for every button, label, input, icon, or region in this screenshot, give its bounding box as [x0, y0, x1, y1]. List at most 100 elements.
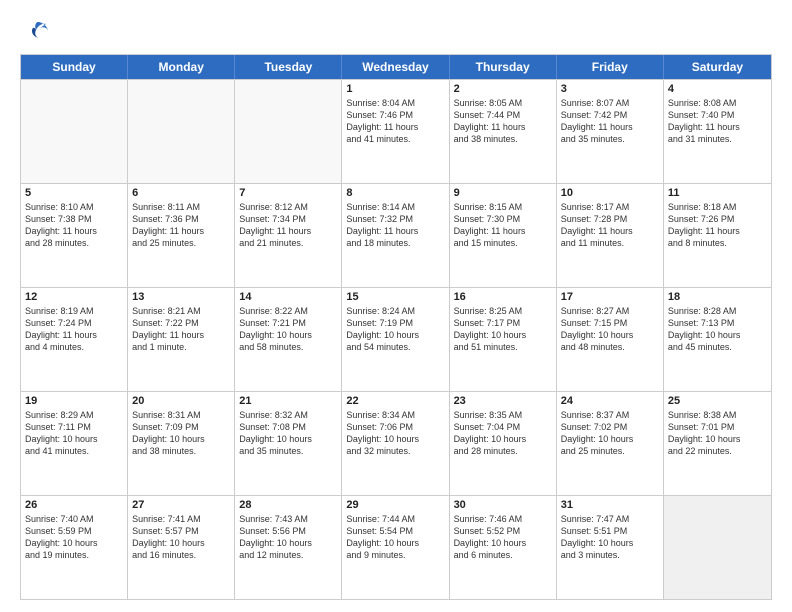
day-number: 23 — [454, 395, 552, 407]
day-cell-7: 7 Sunrise: 8:12 AM Sunset: 7:34 PM Daylig… — [235, 184, 342, 287]
day-number: 4 — [668, 83, 767, 95]
day-cell-23: 23 Sunrise: 8:35 AM Sunset: 7:04 PM Dayli… — [450, 392, 557, 495]
day-header-tuesday: Tuesday — [235, 55, 342, 79]
day-cell-11: 11Sunrise: 8:18 AM Sunset: 7:26 PM Dayli… — [664, 184, 771, 287]
day-cell-31: 31Sunrise: 7:47 AM Sunset: 5:51 PM Dayli… — [557, 496, 664, 599]
day-number: 13 — [132, 291, 230, 303]
calendar-week-3: 12 Sunrise: 8:19 AM Sunset: 7:24 PM Dayli… — [21, 287, 771, 391]
day-number: 15 — [346, 291, 444, 303]
day-header-thursday: Thursday — [450, 55, 557, 79]
day-cell-25: 25Sunrise: 8:38 AM Sunset: 7:01 PM Dayli… — [664, 392, 771, 495]
day-number: 2 — [454, 83, 552, 95]
calendar-header: SundayMondayTuesdayWednesdayThursdayFrid… — [21, 55, 771, 79]
day-cell-1: 1 Sunrise: 8:04 AM Sunset: 7:46 PM Daylig… — [342, 80, 449, 183]
day-cell-26: 26 Sunrise: 7:40 AM Sunset: 5:59 PM Dayli… — [21, 496, 128, 599]
day-cell-15: 15Sunrise: 8:24 AM Sunset: 7:19 PM Dayli… — [342, 288, 449, 391]
day-cell-2: 2 Sunrise: 8:05 AM Sunset: 7:44 PM Daylig… — [450, 80, 557, 183]
day-cell-8: 8 Sunrise: 8:14 AM Sunset: 7:32 PM Daylig… — [342, 184, 449, 287]
day-info: Sunrise: 8:22 AM Sunset: 7:21 PM Dayligh… — [239, 305, 337, 354]
day-cell-19: 19 Sunrise: 8:29 AM Sunset: 7:11 PM Dayli… — [21, 392, 128, 495]
calendar-week-5: 26 Sunrise: 7:40 AM Sunset: 5:59 PM Dayli… — [21, 495, 771, 599]
day-info: Sunrise: 7:41 AM Sunset: 5:57 PM Dayligh… — [132, 513, 230, 562]
calendar-body: 1 Sunrise: 8:04 AM Sunset: 7:46 PM Daylig… — [21, 79, 771, 599]
day-number: 1 — [346, 83, 444, 95]
day-cell-14: 14Sunrise: 8:22 AM Sunset: 7:21 PM Dayli… — [235, 288, 342, 391]
day-cell-27: 27 Sunrise: 7:41 AM Sunset: 5:57 PM Dayli… — [128, 496, 235, 599]
day-info: Sunrise: 8:31 AM Sunset: 7:09 PM Dayligh… — [132, 409, 230, 458]
day-info: Sunrise: 8:32 AM Sunset: 7:08 PM Dayligh… — [239, 409, 337, 458]
day-info: Sunrise: 8:11 AM Sunset: 7:36 PM Dayligh… — [132, 201, 230, 250]
day-info: Sunrise: 8:34 AM Sunset: 7:06 PM Dayligh… — [346, 409, 444, 458]
header — [20, 18, 772, 46]
day-info: Sunrise: 8:27 AM Sunset: 7:15 PM Dayligh… — [561, 305, 659, 354]
day-info: Sunrise: 8:07 AM Sunset: 7:42 PM Dayligh… — [561, 97, 659, 146]
day-info: Sunrise: 8:19 AM Sunset: 7:24 PM Dayligh… — [25, 305, 123, 354]
day-info: Sunrise: 8:17 AM Sunset: 7:28 PM Dayligh… — [561, 201, 659, 250]
day-number: 9 — [454, 187, 552, 199]
day-number: 19 — [25, 395, 123, 407]
day-info: Sunrise: 8:37 AM Sunset: 7:02 PM Dayligh… — [561, 409, 659, 458]
day-cell-30: 30Sunrise: 7:46 AM Sunset: 5:52 PM Dayli… — [450, 496, 557, 599]
day-number: 10 — [561, 187, 659, 199]
logo-bird-icon — [24, 18, 52, 46]
empty-cell — [664, 496, 771, 599]
day-info: Sunrise: 8:10 AM Sunset: 7:38 PM Dayligh… — [25, 201, 123, 250]
day-number: 20 — [132, 395, 230, 407]
logo — [20, 18, 52, 46]
day-number: 11 — [668, 187, 767, 199]
day-number: 6 — [132, 187, 230, 199]
day-number: 24 — [561, 395, 659, 407]
day-cell-3: 3 Sunrise: 8:07 AM Sunset: 7:42 PM Daylig… — [557, 80, 664, 183]
day-info: Sunrise: 8:12 AM Sunset: 7:34 PM Dayligh… — [239, 201, 337, 250]
day-number: 7 — [239, 187, 337, 199]
calendar-week-4: 19 Sunrise: 8:29 AM Sunset: 7:11 PM Dayli… — [21, 391, 771, 495]
day-cell-4: 4 Sunrise: 8:08 AM Sunset: 7:40 PM Daylig… — [664, 80, 771, 183]
day-header-monday: Monday — [128, 55, 235, 79]
day-number: 17 — [561, 291, 659, 303]
day-info: Sunrise: 8:04 AM Sunset: 7:46 PM Dayligh… — [346, 97, 444, 146]
day-cell-5: 5 Sunrise: 8:10 AM Sunset: 7:38 PM Daylig… — [21, 184, 128, 287]
calendar-week-1: 1 Sunrise: 8:04 AM Sunset: 7:46 PM Daylig… — [21, 79, 771, 183]
day-header-saturday: Saturday — [664, 55, 771, 79]
day-number: 3 — [561, 83, 659, 95]
day-cell-29: 29Sunrise: 7:44 AM Sunset: 5:54 PM Dayli… — [342, 496, 449, 599]
day-cell-6: 6 Sunrise: 8:11 AM Sunset: 7:36 PM Daylig… — [128, 184, 235, 287]
day-number: 27 — [132, 499, 230, 511]
day-cell-13: 13 Sunrise: 8:21 AM Sunset: 7:22 PM Dayli… — [128, 288, 235, 391]
day-info: Sunrise: 8:25 AM Sunset: 7:17 PM Dayligh… — [454, 305, 552, 354]
day-number: 5 — [25, 187, 123, 199]
day-cell-18: 18 Sunrise: 8:28 AM Sunset: 7:13 PM Dayli… — [664, 288, 771, 391]
day-info: Sunrise: 8:38 AM Sunset: 7:01 PM Dayligh… — [668, 409, 767, 458]
day-cell-20: 20 Sunrise: 8:31 AM Sunset: 7:09 PM Dayli… — [128, 392, 235, 495]
day-info: Sunrise: 8:15 AM Sunset: 7:30 PM Dayligh… — [454, 201, 552, 250]
day-cell-28: 28Sunrise: 7:43 AM Sunset: 5:56 PM Dayli… — [235, 496, 342, 599]
calendar-week-2: 5 Sunrise: 8:10 AM Sunset: 7:38 PM Daylig… — [21, 183, 771, 287]
day-cell-16: 16 Sunrise: 8:25 AM Sunset: 7:17 PM Dayli… — [450, 288, 557, 391]
day-header-wednesday: Wednesday — [342, 55, 449, 79]
page: SundayMondayTuesdayWednesdayThursdayFrid… — [0, 0, 792, 612]
day-number: 30 — [454, 499, 552, 511]
day-header-friday: Friday — [557, 55, 664, 79]
day-number: 26 — [25, 499, 123, 511]
day-info: Sunrise: 8:35 AM Sunset: 7:04 PM Dayligh… — [454, 409, 552, 458]
day-info: Sunrise: 8:08 AM Sunset: 7:40 PM Dayligh… — [668, 97, 767, 146]
day-number: 31 — [561, 499, 659, 511]
day-number: 12 — [25, 291, 123, 303]
day-number: 8 — [346, 187, 444, 199]
day-cell-21: 21Sunrise: 8:32 AM Sunset: 7:08 PM Dayli… — [235, 392, 342, 495]
day-cell-22: 22Sunrise: 8:34 AM Sunset: 7:06 PM Dayli… — [342, 392, 449, 495]
empty-cell — [21, 80, 128, 183]
day-info: Sunrise: 8:29 AM Sunset: 7:11 PM Dayligh… — [25, 409, 123, 458]
day-info: Sunrise: 7:40 AM Sunset: 5:59 PM Dayligh… — [25, 513, 123, 562]
day-info: Sunrise: 8:05 AM Sunset: 7:44 PM Dayligh… — [454, 97, 552, 146]
day-info: Sunrise: 7:44 AM Sunset: 5:54 PM Dayligh… — [346, 513, 444, 562]
calendar: SundayMondayTuesdayWednesdayThursdayFrid… — [20, 54, 772, 600]
day-info: Sunrise: 8:21 AM Sunset: 7:22 PM Dayligh… — [132, 305, 230, 354]
day-header-sunday: Sunday — [21, 55, 128, 79]
day-cell-9: 9 Sunrise: 8:15 AM Sunset: 7:30 PM Daylig… — [450, 184, 557, 287]
day-info: Sunrise: 7:43 AM Sunset: 5:56 PM Dayligh… — [239, 513, 337, 562]
day-number: 16 — [454, 291, 552, 303]
day-number: 18 — [668, 291, 767, 303]
day-info: Sunrise: 8:14 AM Sunset: 7:32 PM Dayligh… — [346, 201, 444, 250]
day-info: Sunrise: 8:28 AM Sunset: 7:13 PM Dayligh… — [668, 305, 767, 354]
